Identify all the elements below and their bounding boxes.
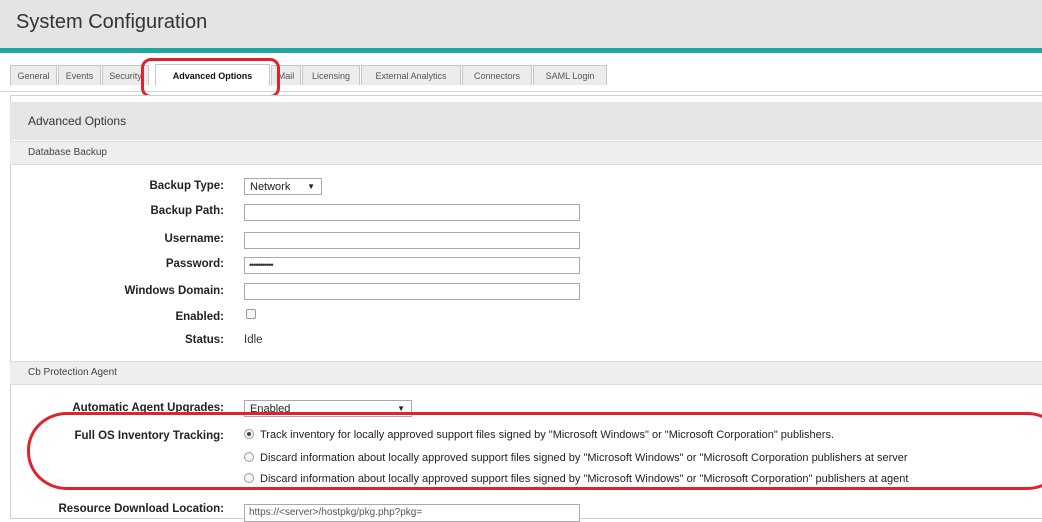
- backup-type-select[interactable]: Network ▼: [244, 178, 322, 195]
- backup-path-label: Backup Path:: [150, 205, 225, 217]
- page-title: System Configuration: [16, 11, 208, 33]
- tab-events[interactable]: Events: [58, 65, 101, 85]
- chevron-down-icon: ▼: [307, 182, 315, 191]
- inventory-option-track[interactable]: Track inventory for locally approved sup…: [244, 429, 834, 445]
- auto-upgrades-select[interactable]: Enabled ▼: [244, 400, 412, 417]
- auto-upgrades-value: Enabled: [250, 403, 291, 415]
- section-title: Database Backup: [28, 147, 107, 158]
- section-database-backup: Database Backup: [10, 141, 1042, 165]
- panel-title: Advanced Options: [28, 114, 127, 128]
- inventory-option-discard-server[interactable]: Discard information about locally approv…: [244, 452, 908, 468]
- backup-type-value: Network: [250, 181, 291, 193]
- status-label: Status:: [185, 334, 224, 346]
- tab-strip: General Events Security Advanced Options…: [0, 53, 1042, 92]
- radio-icon[interactable]: [244, 473, 254, 483]
- tab-saml-login[interactable]: SAML Login: [533, 65, 607, 85]
- windows-domain-input[interactable]: [244, 283, 580, 300]
- backup-type-label: Backup Type:: [149, 180, 224, 192]
- backup-path-input[interactable]: [244, 204, 580, 221]
- tab-external-analytics[interactable]: External Analytics: [361, 65, 461, 85]
- windows-domain-label: Windows Domain:: [124, 285, 224, 297]
- resource-location-label: Resource Download Location:: [58, 503, 225, 515]
- resource-location-input[interactable]: https://<server>/hostpkg/pkg.php?pkg=: [244, 504, 580, 522]
- auto-upgrades-label: Automatic Agent Upgrades:: [72, 402, 224, 414]
- status-value: Idle: [244, 334, 263, 346]
- tab-mail[interactable]: Mail: [271, 65, 301, 85]
- enabled-label: Enabled:: [175, 311, 224, 323]
- option-text: Discard information about locally approv…: [260, 473, 909, 485]
- tab-connectors[interactable]: Connectors: [462, 65, 532, 85]
- title-bar: System Configuration: [0, 0, 1042, 52]
- chevron-down-icon: ▼: [397, 404, 405, 413]
- username-input[interactable]: [244, 232, 580, 249]
- section-title: Cb Protection Agent: [28, 367, 117, 378]
- username-label: Username:: [164, 233, 224, 245]
- tab-security[interactable]: Security: [102, 65, 149, 85]
- password-input[interactable]: •••••••••••: [244, 257, 580, 274]
- tab-general[interactable]: General: [10, 65, 57, 85]
- tab-licensing[interactable]: Licensing: [302, 65, 360, 85]
- password-label: Password:: [165, 258, 224, 270]
- tab-advanced-options[interactable]: Advanced Options: [155, 64, 270, 86]
- enabled-checkbox[interactable]: [246, 309, 256, 319]
- option-text: Discard information about locally approv…: [260, 452, 908, 464]
- option-text: Track inventory for locally approved sup…: [260, 429, 834, 441]
- inventory-tracking-label: Full OS Inventory Tracking:: [74, 430, 224, 442]
- radio-selected-icon[interactable]: [244, 429, 254, 439]
- inventory-option-discard-agent[interactable]: Discard information about locally approv…: [244, 473, 908, 489]
- panel-header: Advanced Options: [10, 102, 1042, 140]
- radio-icon[interactable]: [244, 452, 254, 462]
- section-cb-protection-agent: Cb Protection Agent: [10, 361, 1042, 385]
